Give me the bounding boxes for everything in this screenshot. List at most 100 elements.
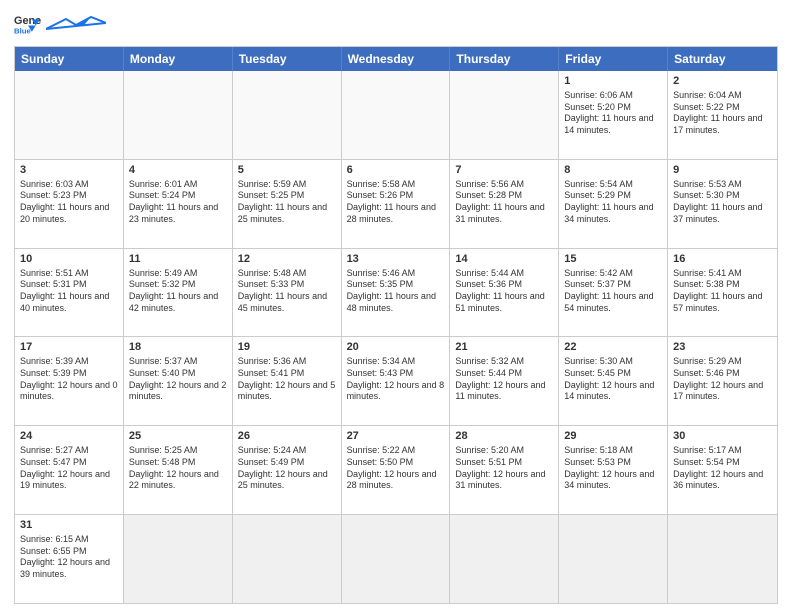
- calendar-week-5: 24Sunrise: 5:27 AM Sunset: 5:47 PM Dayli…: [15, 425, 777, 514]
- day-number: 6: [347, 163, 445, 178]
- day-cell-27: 27Sunrise: 5:22 AM Sunset: 5:50 PM Dayli…: [342, 426, 451, 514]
- day-info: Sunrise: 5:30 AM Sunset: 5:45 PM Dayligh…: [564, 356, 662, 403]
- day-info: Sunrise: 5:51 AM Sunset: 5:31 PM Dayligh…: [20, 268, 118, 315]
- day-number: 27: [347, 429, 445, 444]
- empty-cell: [559, 515, 668, 603]
- day-cell-20: 20Sunrise: 5:34 AM Sunset: 5:43 PM Dayli…: [342, 337, 451, 425]
- day-info: Sunrise: 5:29 AM Sunset: 5:46 PM Dayligh…: [673, 356, 772, 403]
- day-number: 16: [673, 252, 772, 267]
- logo: General Blue: [14, 10, 106, 38]
- day-info: Sunrise: 5:53 AM Sunset: 5:30 PM Dayligh…: [673, 179, 772, 226]
- day-info: Sunrise: 5:42 AM Sunset: 5:37 PM Dayligh…: [564, 268, 662, 315]
- day-number: 22: [564, 340, 662, 355]
- day-info: Sunrise: 5:46 AM Sunset: 5:35 PM Dayligh…: [347, 268, 445, 315]
- logo-bird-icon: [46, 15, 106, 31]
- day-info: Sunrise: 5:58 AM Sunset: 5:26 PM Dayligh…: [347, 179, 445, 226]
- day-info: Sunrise: 6:15 AM Sunset: 6:55 PM Dayligh…: [20, 534, 118, 581]
- svg-text:Blue: Blue: [14, 26, 32, 35]
- day-info: Sunrise: 5:18 AM Sunset: 5:53 PM Dayligh…: [564, 445, 662, 492]
- day-cell-28: 28Sunrise: 5:20 AM Sunset: 5:51 PM Dayli…: [450, 426, 559, 514]
- day-cell-6: 6Sunrise: 5:58 AM Sunset: 5:26 PM Daylig…: [342, 160, 451, 248]
- day-info: Sunrise: 5:27 AM Sunset: 5:47 PM Dayligh…: [20, 445, 118, 492]
- day-info: Sunrise: 6:03 AM Sunset: 5:23 PM Dayligh…: [20, 179, 118, 226]
- day-cell-30: 30Sunrise: 5:17 AM Sunset: 5:54 PM Dayli…: [668, 426, 777, 514]
- day-header-saturday: Saturday: [668, 47, 777, 71]
- empty-cell: [124, 71, 233, 159]
- empty-cell: [15, 71, 124, 159]
- day-info: Sunrise: 6:01 AM Sunset: 5:24 PM Dayligh…: [129, 179, 227, 226]
- day-cell-4: 4Sunrise: 6:01 AM Sunset: 5:24 PM Daylig…: [124, 160, 233, 248]
- day-number: 5: [238, 163, 336, 178]
- day-cell-16: 16Sunrise: 5:41 AM Sunset: 5:38 PM Dayli…: [668, 249, 777, 337]
- day-info: Sunrise: 5:41 AM Sunset: 5:38 PM Dayligh…: [673, 268, 772, 315]
- day-info: Sunrise: 5:39 AM Sunset: 5:39 PM Dayligh…: [20, 356, 118, 403]
- day-number: 31: [20, 518, 118, 533]
- day-cell-9: 9Sunrise: 5:53 AM Sunset: 5:30 PM Daylig…: [668, 160, 777, 248]
- day-cell-18: 18Sunrise: 5:37 AM Sunset: 5:40 PM Dayli…: [124, 337, 233, 425]
- day-cell-3: 3Sunrise: 6:03 AM Sunset: 5:23 PM Daylig…: [15, 160, 124, 248]
- day-cell-29: 29Sunrise: 5:18 AM Sunset: 5:53 PM Dayli…: [559, 426, 668, 514]
- day-info: Sunrise: 6:06 AM Sunset: 5:20 PM Dayligh…: [564, 90, 662, 137]
- day-cell-1: 1Sunrise: 6:06 AM Sunset: 5:20 PM Daylig…: [559, 71, 668, 159]
- day-number: 29: [564, 429, 662, 444]
- calendar-body: 1Sunrise: 6:06 AM Sunset: 5:20 PM Daylig…: [15, 71, 777, 603]
- day-number: 17: [20, 340, 118, 355]
- day-cell-26: 26Sunrise: 5:24 AM Sunset: 5:49 PM Dayli…: [233, 426, 342, 514]
- day-header-tuesday: Tuesday: [233, 47, 342, 71]
- day-cell-21: 21Sunrise: 5:32 AM Sunset: 5:44 PM Dayli…: [450, 337, 559, 425]
- day-number: 24: [20, 429, 118, 444]
- day-cell-19: 19Sunrise: 5:36 AM Sunset: 5:41 PM Dayli…: [233, 337, 342, 425]
- day-cell-13: 13Sunrise: 5:46 AM Sunset: 5:35 PM Dayli…: [342, 249, 451, 337]
- day-cell-25: 25Sunrise: 5:25 AM Sunset: 5:48 PM Dayli…: [124, 426, 233, 514]
- day-number: 7: [455, 163, 553, 178]
- day-number: 21: [455, 340, 553, 355]
- day-info: Sunrise: 5:25 AM Sunset: 5:48 PM Dayligh…: [129, 445, 227, 492]
- calendar-week-1: 1Sunrise: 6:06 AM Sunset: 5:20 PM Daylig…: [15, 71, 777, 159]
- day-number: 23: [673, 340, 772, 355]
- day-info: Sunrise: 5:17 AM Sunset: 5:54 PM Dayligh…: [673, 445, 772, 492]
- day-number: 28: [455, 429, 553, 444]
- day-cell-11: 11Sunrise: 5:49 AM Sunset: 5:32 PM Dayli…: [124, 249, 233, 337]
- day-cell-24: 24Sunrise: 5:27 AM Sunset: 5:47 PM Dayli…: [15, 426, 124, 514]
- day-header-sunday: Sunday: [15, 47, 124, 71]
- day-cell-22: 22Sunrise: 5:30 AM Sunset: 5:45 PM Dayli…: [559, 337, 668, 425]
- day-number: 3: [20, 163, 118, 178]
- page: General Blue SundayMondayTuesdayWednesd: [0, 0, 792, 612]
- day-cell-5: 5Sunrise: 5:59 AM Sunset: 5:25 PM Daylig…: [233, 160, 342, 248]
- day-info: Sunrise: 5:32 AM Sunset: 5:44 PM Dayligh…: [455, 356, 553, 403]
- day-number: 9: [673, 163, 772, 178]
- day-cell-31: 31Sunrise: 6:15 AM Sunset: 6:55 PM Dayli…: [15, 515, 124, 603]
- day-number: 18: [129, 340, 227, 355]
- day-cell-17: 17Sunrise: 5:39 AM Sunset: 5:39 PM Dayli…: [15, 337, 124, 425]
- calendar-week-4: 17Sunrise: 5:39 AM Sunset: 5:39 PM Dayli…: [15, 336, 777, 425]
- day-info: Sunrise: 5:34 AM Sunset: 5:43 PM Dayligh…: [347, 356, 445, 403]
- day-number: 10: [20, 252, 118, 267]
- day-info: Sunrise: 5:22 AM Sunset: 5:50 PM Dayligh…: [347, 445, 445, 492]
- day-number: 8: [564, 163, 662, 178]
- day-cell-14: 14Sunrise: 5:44 AM Sunset: 5:36 PM Dayli…: [450, 249, 559, 337]
- day-header-wednesday: Wednesday: [342, 47, 451, 71]
- empty-cell: [233, 515, 342, 603]
- day-info: Sunrise: 5:37 AM Sunset: 5:40 PM Dayligh…: [129, 356, 227, 403]
- day-cell-12: 12Sunrise: 5:48 AM Sunset: 5:33 PM Dayli…: [233, 249, 342, 337]
- day-number: 4: [129, 163, 227, 178]
- day-number: 12: [238, 252, 336, 267]
- calendar-header: SundayMondayTuesdayWednesdayThursdayFrid…: [15, 47, 777, 71]
- day-info: Sunrise: 5:59 AM Sunset: 5:25 PM Dayligh…: [238, 179, 336, 226]
- day-number: 19: [238, 340, 336, 355]
- day-header-thursday: Thursday: [450, 47, 559, 71]
- day-cell-8: 8Sunrise: 5:54 AM Sunset: 5:29 PM Daylig…: [559, 160, 668, 248]
- empty-cell: [124, 515, 233, 603]
- calendar-week-2: 3Sunrise: 6:03 AM Sunset: 5:23 PM Daylig…: [15, 159, 777, 248]
- day-number: 2: [673, 74, 772, 89]
- empty-cell: [342, 71, 451, 159]
- empty-cell: [450, 515, 559, 603]
- calendar-week-6: 31Sunrise: 6:15 AM Sunset: 6:55 PM Dayli…: [15, 514, 777, 603]
- day-cell-10: 10Sunrise: 5:51 AM Sunset: 5:31 PM Dayli…: [15, 249, 124, 337]
- empty-cell: [668, 515, 777, 603]
- day-info: Sunrise: 6:04 AM Sunset: 5:22 PM Dayligh…: [673, 90, 772, 137]
- day-cell-2: 2Sunrise: 6:04 AM Sunset: 5:22 PM Daylig…: [668, 71, 777, 159]
- day-info: Sunrise: 5:48 AM Sunset: 5:33 PM Dayligh…: [238, 268, 336, 315]
- day-info: Sunrise: 5:56 AM Sunset: 5:28 PM Dayligh…: [455, 179, 553, 226]
- day-cell-15: 15Sunrise: 5:42 AM Sunset: 5:37 PM Dayli…: [559, 249, 668, 337]
